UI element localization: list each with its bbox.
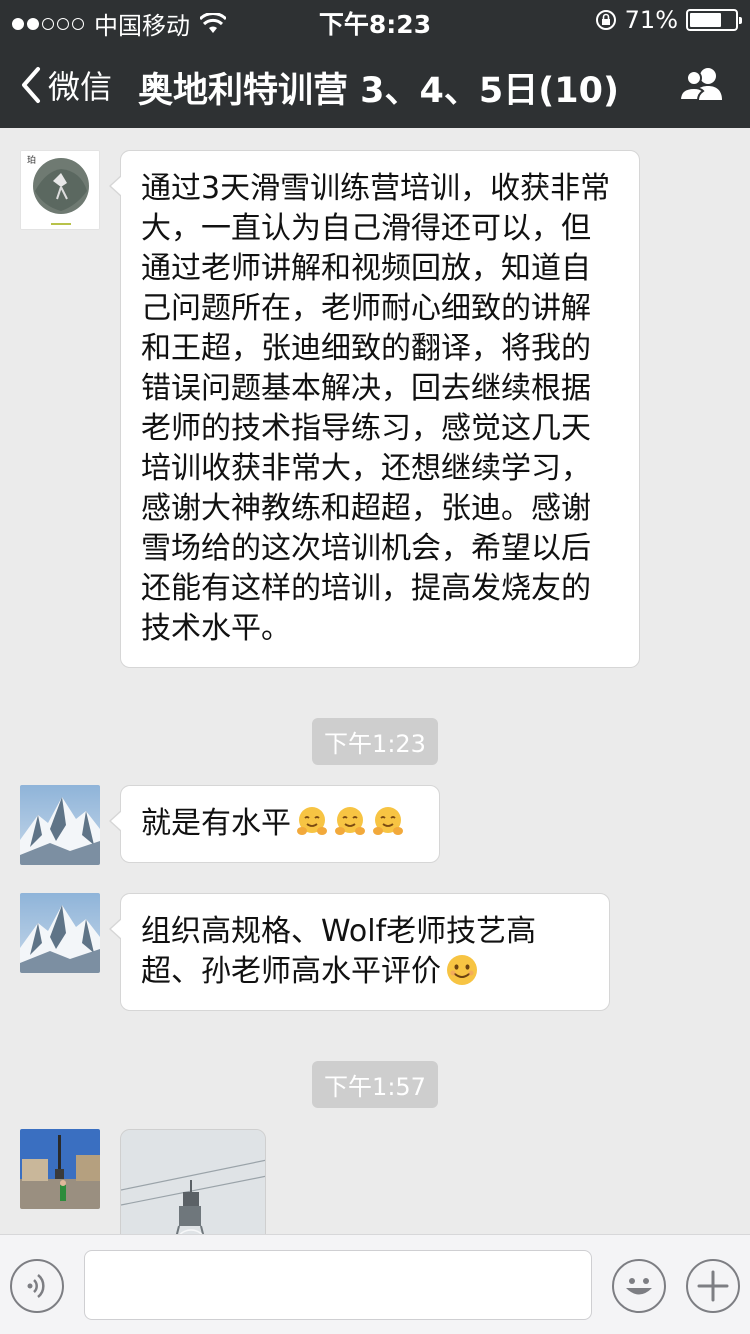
rotation-lock-icon xyxy=(595,10,616,30)
message-text: 通过3天滑雪训练营培训，收获非常大，一直认为自己滑得还可以，但通过老师讲解和视频… xyxy=(141,171,611,646)
nav-bar: 微信 奥地利特训营 3、4、5日(10) xyxy=(0,40,750,128)
hugging-face-icon xyxy=(373,807,403,835)
chat-title: 奥地利特训营 3、4、5日(10) xyxy=(138,71,619,111)
image-message[interactable] xyxy=(120,1129,266,1234)
group-members-icon[interactable] xyxy=(678,66,726,102)
message-input[interactable] xyxy=(84,1250,592,1320)
back-label: 微信 xyxy=(48,68,113,106)
timestamp: 下午1:57 xyxy=(0,1061,750,1108)
avatar[interactable] xyxy=(20,785,100,865)
battery-percent: 71% xyxy=(624,6,678,34)
status-bar: 中国移动 下午8:23 71% xyxy=(0,0,750,40)
svg-text:珀: 珀 xyxy=(27,154,36,166)
voice-button[interactable] xyxy=(10,1259,64,1313)
voice-icon xyxy=(27,1274,45,1298)
message-bubble[interactable]: 就是有水平 xyxy=(109,785,440,863)
message-text: 就是有水平 xyxy=(141,806,291,841)
hugging-face-icon xyxy=(297,807,327,835)
status-right: 71% xyxy=(595,6,742,34)
chat-messages[interactable]: 珀 通过3天滑雪训练营培训，收获非常大，一直认为自己滑得还可以，但通过老师讲解和… xyxy=(0,128,750,1234)
emoji-icon xyxy=(626,1278,652,1295)
emoji-button[interactable] xyxy=(612,1259,666,1313)
plus-button[interactable] xyxy=(686,1259,740,1313)
message-bubble[interactable]: 组织高规格、Wolf老师技艺高超、孙老师高水平评价 xyxy=(109,893,610,1011)
plus-icon xyxy=(697,1270,729,1302)
back-button[interactable]: 微信 xyxy=(18,62,112,108)
hugging-face-icon xyxy=(335,807,365,835)
battery-icon xyxy=(686,9,742,31)
message-bubble[interactable]: 通过3天滑雪训练营培训，收获非常大，一直认为自己滑得还可以，但通过老师讲解和视频… xyxy=(109,150,640,668)
avatar[interactable] xyxy=(20,893,100,973)
input-bar xyxy=(0,1234,750,1334)
smiling-face-icon xyxy=(447,955,477,985)
chevron-left-icon xyxy=(22,67,40,103)
timestamp-text: 下午1:23 xyxy=(312,718,438,765)
avatar[interactable] xyxy=(20,1129,100,1209)
timestamp-text: 下午1:57 xyxy=(312,1061,438,1108)
avatar[interactable]: 珀 xyxy=(20,150,100,230)
battery-fill xyxy=(690,13,722,27)
timestamp: 下午1:23 xyxy=(0,718,750,765)
